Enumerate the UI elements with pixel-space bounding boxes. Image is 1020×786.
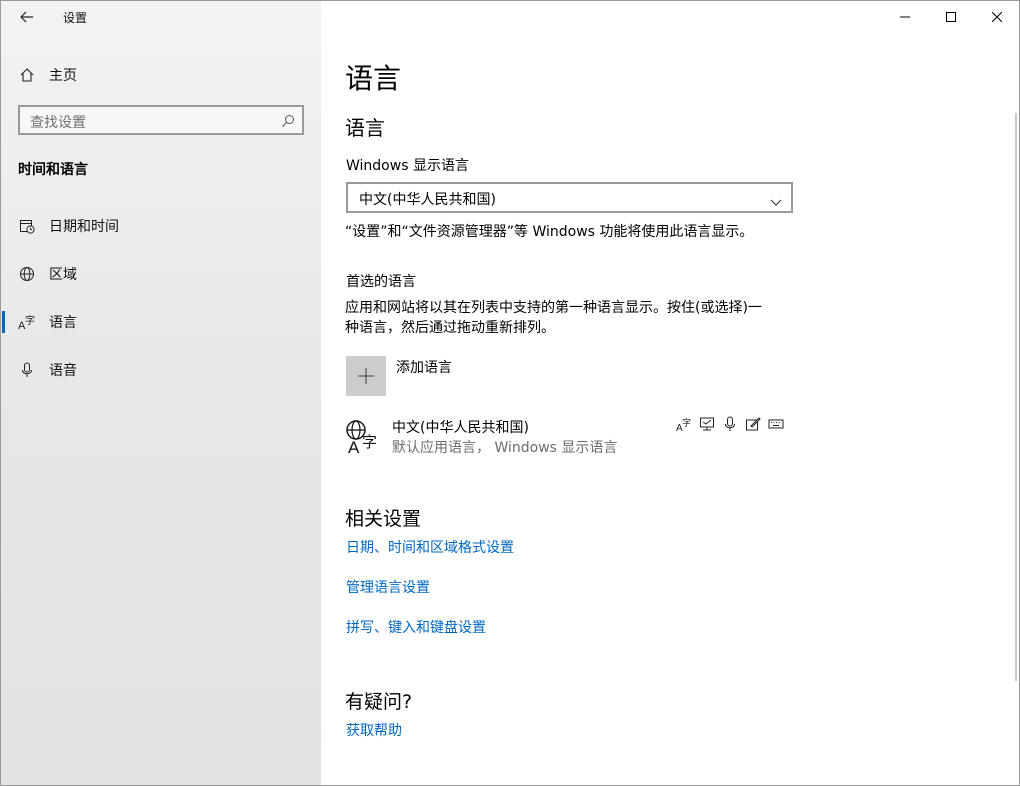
section-title-language: 语言 <box>345 116 385 140</box>
handwriting-feature-icon <box>744 415 762 433</box>
preferred-languages-desc-line1: 应用和网站将以其在列表中支持的第一种语言显示。按住(或选择)一 <box>345 300 762 316</box>
preferred-languages-title: 首选的语言 <box>346 274 416 290</box>
svg-text:字: 字 <box>362 433 377 451</box>
sidebar-item-language[interactable]: A字 语言 <box>1 302 321 342</box>
date-time-region-format-link[interactable]: 日期、时间和区域格式设置 <box>346 537 514 557</box>
maximize-button[interactable] <box>928 1 974 33</box>
sidebar-item-speech[interactable]: 语音 <box>1 350 321 390</box>
search-placeholder: 查找设置 <box>30 115 86 131</box>
language-item-detail: 默认应用语言， Windows 显示语言 <box>392 440 618 456</box>
home-icon <box>18 66 36 84</box>
text-to-speech-feature-icon <box>698 415 716 433</box>
help-title: 有疑问? <box>345 691 413 713</box>
sidebar-item-home[interactable]: 主页 <box>1 55 321 95</box>
microphone-icon <box>18 361 36 379</box>
sidebar-item-label: 区域 <box>49 267 77 283</box>
sidebar-item-date-time[interactable]: 日期和时间 <box>1 206 321 246</box>
display-language-value: 中文(中华人民共和国) <box>359 192 496 208</box>
close-icon <box>992 12 1002 22</box>
preferred-languages-desc-line2: 种语言，然后通过拖动重新排列。 <box>345 320 555 336</box>
language-icon: A字 <box>18 313 36 331</box>
display-language-label: Windows 显示语言 <box>346 158 469 174</box>
svg-text:字: 字 <box>682 417 691 429</box>
display-language-description: “设置”和“文件资源管理器”等 Windows 功能将使用此语言显示。 <box>345 224 754 240</box>
sidebar-item-label: 语言 <box>49 315 77 331</box>
globe-icon <box>18 265 36 283</box>
plus-icon <box>358 368 374 384</box>
minimize-icon <box>900 16 910 18</box>
keyboard-feature-icon <box>767 415 785 433</box>
back-arrow-icon <box>20 11 33 23</box>
scrollbar[interactable] <box>1015 113 1017 681</box>
page-title: 语言 <box>345 62 402 95</box>
minimize-button[interactable] <box>882 1 928 33</box>
sidebar-item-label: 语音 <box>49 363 77 379</box>
display-language-feature-icon: A字 <box>675 415 693 433</box>
get-help-link[interactable]: 获取帮助 <box>346 720 402 740</box>
calendar-clock-icon <box>18 217 36 235</box>
search-icon <box>281 113 295 132</box>
search-input[interactable]: 查找设置 <box>18 105 304 135</box>
sidebar-item-label: 日期和时间 <box>49 219 119 235</box>
app-title: 设置 <box>63 11 88 25</box>
spelling-typing-keyboard-link[interactable]: 拼写、键入和键盘设置 <box>346 617 486 637</box>
close-button[interactable] <box>974 1 1019 33</box>
display-language-dropdown[interactable]: 中文(中华人民共和国) <box>346 182 793 213</box>
related-settings-title: 相关设置 <box>345 508 422 530</box>
settings-window: 设置 主页 查找设置 时间和语言 日期和时间 区域 A 字 语言 语音 语言 语… <box>0 0 1020 786</box>
manage-language-settings-link[interactable]: 管理语言设置 <box>346 577 430 597</box>
chevron-down-icon <box>770 192 782 211</box>
sidebar: 设置 主页 查找设置 时间和语言 日期和时间 区域 A 字 语言 语音 <box>1 1 321 785</box>
maximize-icon <box>946 12 956 22</box>
sidebar-section-title: 时间和语言 <box>18 162 88 178</box>
sidebar-item-region[interactable]: 区域 <box>1 254 321 294</box>
add-language-button[interactable] <box>346 356 386 396</box>
svg-text:A: A <box>348 438 360 455</box>
svg-text:字: 字 <box>25 314 35 327</box>
add-language-label[interactable]: 添加语言 <box>396 357 452 377</box>
speech-feature-icon <box>721 415 739 433</box>
sidebar-item-label: 主页 <box>49 68 77 84</box>
language-item-name[interactable]: 中文(中华人民共和国) <box>392 417 529 437</box>
language-glyph-icon: A字 <box>345 419 383 457</box>
back-button[interactable] <box>15 7 39 29</box>
